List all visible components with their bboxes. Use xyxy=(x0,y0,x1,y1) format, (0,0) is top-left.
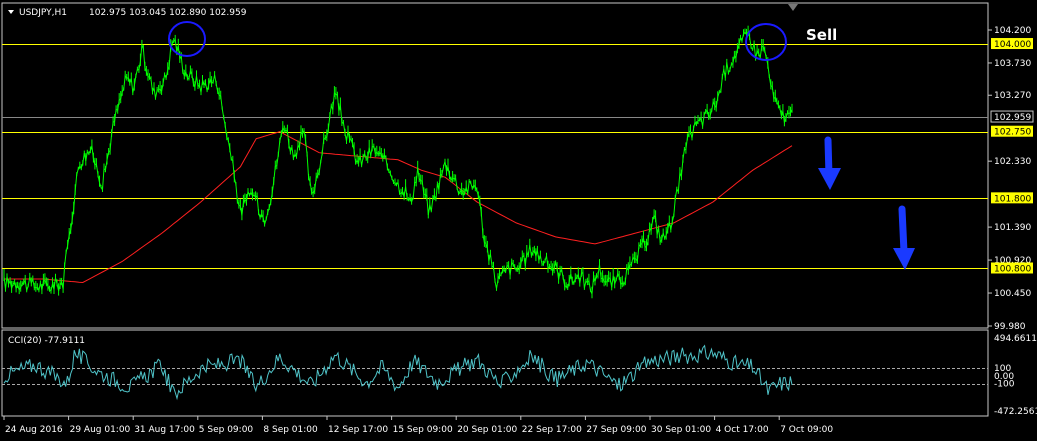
y-tick-label-3: 102.330 xyxy=(994,157,1031,167)
x-tick-label-10: 30 Sep 01:00 xyxy=(651,425,711,435)
x-tick-label-2: 31 Aug 17:00 xyxy=(134,425,195,435)
level-label-1: 102.750 xyxy=(994,128,1031,138)
x-tick-label-12: 7 Oct 09:00 xyxy=(780,425,833,435)
x-tick-label-11: 4 Oct 17:00 xyxy=(716,425,769,435)
cci-title: CCI(20) -77.9111 xyxy=(8,336,85,346)
cci-tick-label-4: -472.2561 xyxy=(994,407,1037,417)
y-tick-label-7: 99.980 xyxy=(994,322,1026,332)
level-label-2: 101.800 xyxy=(994,194,1031,204)
x-tick-label-4: 8 Sep 01:00 xyxy=(263,425,318,435)
y-tick-label-6: 100.450 xyxy=(994,289,1031,299)
chart-window: 104.200103.730103.270102.330101.390100.9… xyxy=(0,0,1037,441)
cci-tick-label-0: 494.6611 xyxy=(994,334,1037,344)
y-tick-label-0: 104.200 xyxy=(994,26,1031,36)
level-label-0: 104.000 xyxy=(994,40,1031,50)
x-tick-label-7: 20 Sep 01:00 xyxy=(457,425,517,435)
level-label-3: 100.800 xyxy=(994,264,1031,274)
x-tick-label-0: 24 Aug 2016 xyxy=(5,425,63,435)
ohlc-label: 102.975 103.045 102.890 102.959 xyxy=(89,8,247,18)
x-tick-label-3: 5 Sep 09:00 xyxy=(199,425,254,435)
y-tick-label-4: 101.390 xyxy=(994,223,1031,233)
x-tick-label-5: 12 Sep 17:00 xyxy=(328,425,388,435)
chart-background xyxy=(0,0,1037,441)
x-tick-label-1: 29 Aug 01:00 xyxy=(70,425,131,435)
sell-label: Sell xyxy=(806,26,837,44)
x-tick-label-6: 15 Sep 09:00 xyxy=(393,425,453,435)
x-tick-label-9: 27 Sep 09:00 xyxy=(586,425,646,435)
current-price-label: 102.959 xyxy=(994,113,1031,123)
y-tick-label-1: 103.730 xyxy=(994,59,1031,69)
symbol-label: USDJPY,H1 xyxy=(19,8,67,18)
cci-tick-label-3: -100 xyxy=(994,380,1015,390)
x-tick-label-8: 22 Sep 17:00 xyxy=(522,425,582,435)
y-tick-label-2: 103.270 xyxy=(994,91,1031,101)
